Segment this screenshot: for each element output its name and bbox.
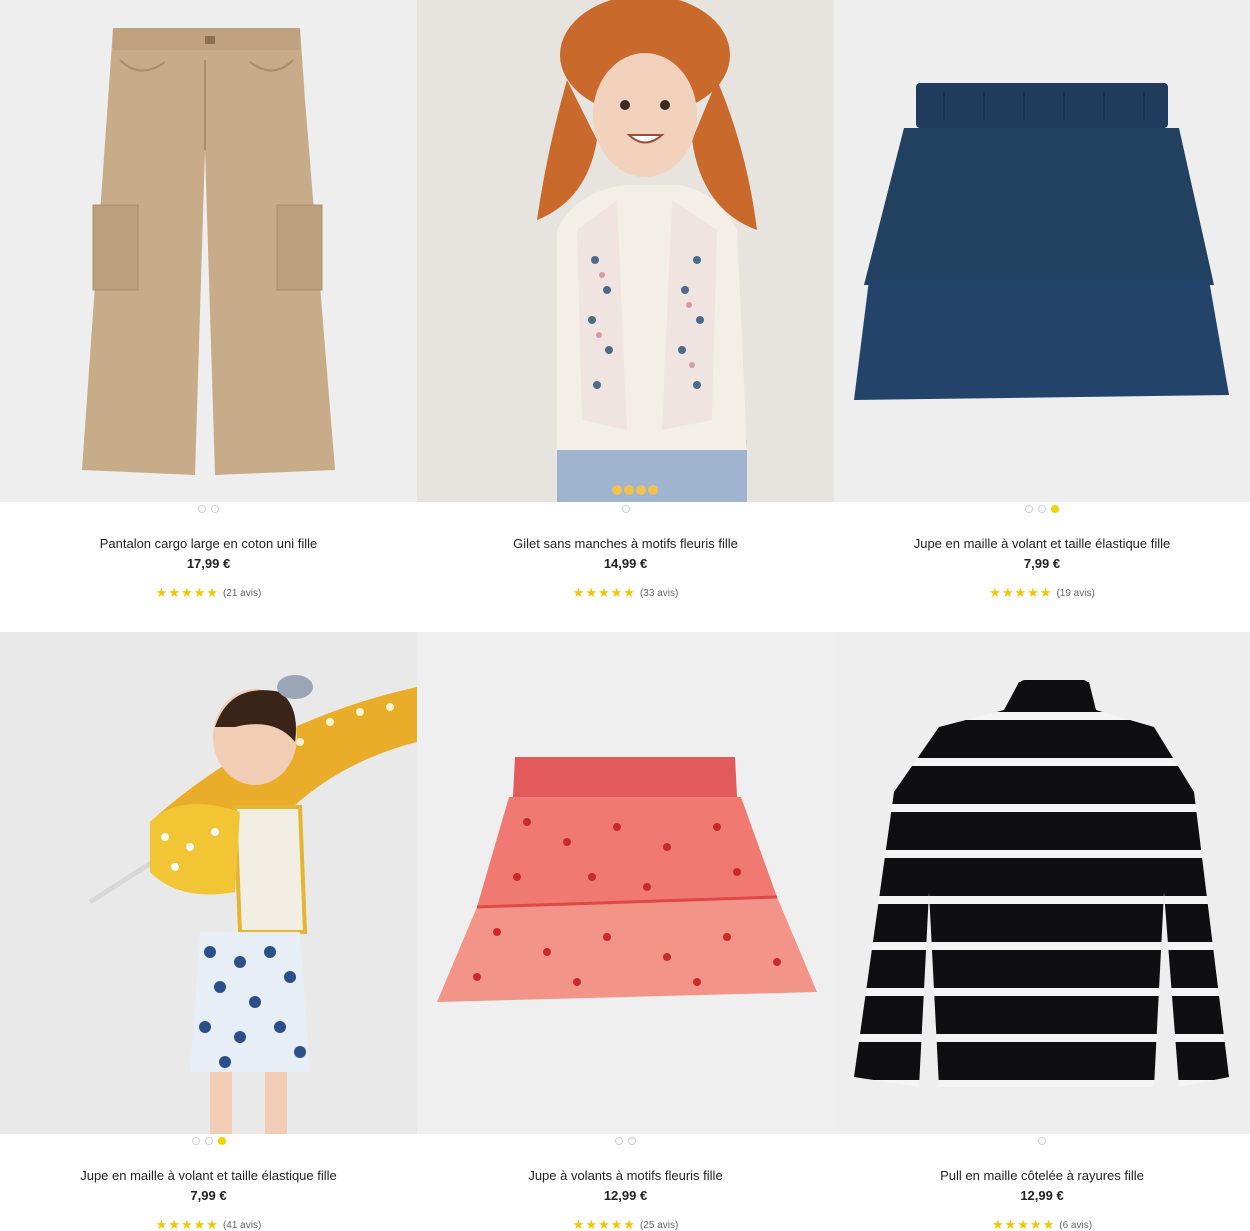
- carousel-dot[interactable]: [615, 1137, 623, 1145]
- carousel-dot[interactable]: [211, 505, 219, 513]
- product-title[interactable]: Pantalon cargo large en coton uni fille: [0, 535, 417, 553]
- product-rating[interactable]: ★★★★★ (33 avis): [417, 585, 834, 601]
- carousel-dot[interactable]: [621, 505, 630, 513]
- product-card[interactable]: Gilet sans manches à motifs fleuris fill…: [417, 0, 834, 632]
- carousel-dots[interactable]: [834, 505, 1250, 519]
- review-count: (25 avis): [639, 1219, 679, 1231]
- carousel-dots[interactable]: [834, 1137, 1250, 1151]
- review-count: (6 avis): [1059, 1219, 1093, 1231]
- review-count: (41 avis): [222, 1219, 262, 1231]
- product-card[interactable]: Jupe à volants à motifs fleuris fille 12…: [417, 632, 834, 1231]
- girl-umbrella-photo: [88, 675, 417, 1134]
- product-card[interactable]: Jupe en maille à volant et taille élasti…: [0, 632, 417, 1231]
- product-price: 7,99 €: [1023, 556, 1061, 571]
- girl-vest-photo: [537, 0, 757, 502]
- star-rating-icon: ★★★★★: [572, 1217, 636, 1231]
- carousel-dots[interactable]: [417, 1137, 834, 1151]
- carousel-dot[interactable]: [198, 505, 206, 513]
- product-image[interactable]: [0, 632, 417, 1134]
- product-grid: Pantalon cargo large en coton uni fille …: [0, 0, 1250, 1231]
- carousel-dots[interactable]: [0, 505, 417, 519]
- cargo-pants-illustration: [82, 28, 335, 475]
- product-title[interactable]: Jupe en maille à volant et taille élasti…: [834, 535, 1250, 553]
- carousel-dot[interactable]: [1038, 505, 1046, 513]
- star-rating-icon: ★★★★★: [572, 585, 636, 600]
- product-image[interactable]: [834, 0, 1250, 502]
- review-count: (19 avis): [1056, 587, 1095, 599]
- product-image[interactable]: [417, 0, 834, 502]
- product-title[interactable]: Jupe à volants à motifs fleuris fille: [417, 1167, 834, 1185]
- carousel-dot-active[interactable]: [217, 1137, 226, 1145]
- striped-sweater-illustration: [854, 680, 1229, 1087]
- product-price: 17,99 €: [186, 556, 231, 571]
- product-price: 7,99 €: [190, 1188, 227, 1203]
- floral-skirt-illustration: [437, 757, 817, 1002]
- star-rating-icon: ★★★★★: [155, 1217, 219, 1231]
- carousel-dot[interactable]: [191, 1137, 200, 1145]
- product-rating[interactable]: ★★★★★ (25 avis): [417, 1217, 834, 1231]
- product-title[interactable]: Gilet sans manches à motifs fleuris fill…: [417, 535, 834, 553]
- carousel-dots[interactable]: [0, 1137, 417, 1151]
- carousel-dot[interactable]: [204, 1137, 213, 1145]
- carousel-dot[interactable]: [1025, 505, 1033, 513]
- carousel-dots[interactable]: [417, 505, 834, 519]
- carousel-dot[interactable]: [628, 1137, 636, 1145]
- star-rating-icon: ★★★★★: [989, 585, 1053, 600]
- product-card[interactable]: Pantalon cargo large en coton uni fille …: [0, 0, 417, 632]
- product-image[interactable]: [834, 632, 1250, 1134]
- product-rating[interactable]: ★★★★★ (21 avis): [0, 585, 417, 601]
- product-title[interactable]: Pull en maille côtelée à rayures fille: [834, 1167, 1250, 1185]
- carousel-dot-active[interactable]: [1051, 505, 1059, 513]
- star-rating-icon: ★★★★★: [991, 1217, 1056, 1231]
- review-count: (21 avis): [222, 587, 262, 599]
- product-price: 14,99 €: [603, 556, 648, 571]
- product-card[interactable]: Pull en maille côtelée à rayures fille 1…: [834, 632, 1250, 1231]
- product-rating[interactable]: ★★★★★ (19 avis): [834, 585, 1250, 601]
- review-count: (33 avis): [639, 587, 679, 599]
- product-price: 12,99 €: [1020, 1188, 1064, 1203]
- product-rating[interactable]: ★★★★★ (6 avis): [834, 1217, 1250, 1231]
- product-image[interactable]: [417, 632, 834, 1134]
- product-image[interactable]: [0, 0, 417, 502]
- star-rating-icon: ★★★★★: [155, 585, 219, 600]
- product-card[interactable]: Jupe en maille à volant et taille élasti…: [834, 0, 1250, 632]
- product-price: 12,99 €: [603, 1188, 648, 1203]
- product-title[interactable]: Jupe en maille à volant et taille élasti…: [0, 1167, 417, 1185]
- navy-skirt-illustration: [854, 83, 1229, 400]
- carousel-dot[interactable]: [1038, 1137, 1046, 1145]
- product-rating[interactable]: ★★★★★ (41 avis): [0, 1217, 417, 1231]
